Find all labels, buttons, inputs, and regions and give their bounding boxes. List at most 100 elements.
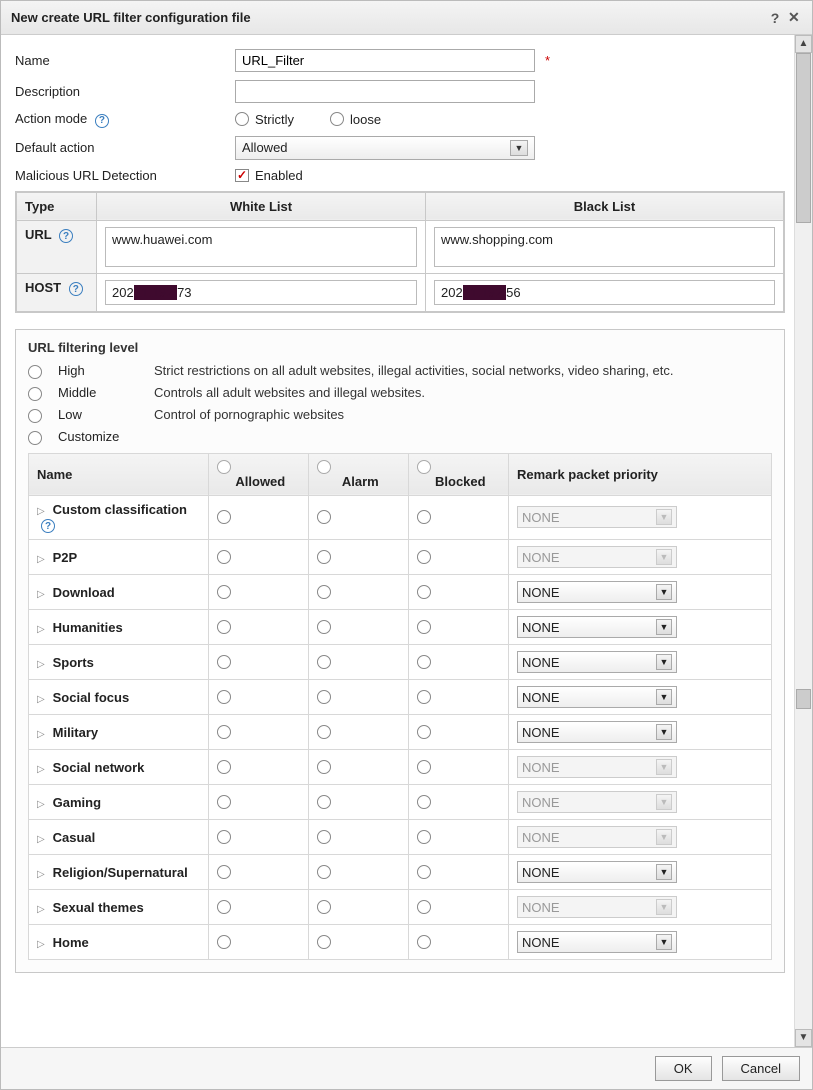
- help-icon-host[interactable]: ?: [69, 282, 83, 296]
- tree-expand-icon[interactable]: ▷: [37, 659, 49, 670]
- radio-blocked[interactable]: [417, 690, 431, 704]
- radio-alarm[interactable]: [317, 865, 331, 879]
- radio-blocked[interactable]: [417, 550, 431, 564]
- radio-allowed[interactable]: [217, 510, 231, 524]
- radio-blocked[interactable]: [417, 900, 431, 914]
- url-whitelist-input[interactable]: www.huawei.com: [105, 227, 417, 267]
- radio-strictly[interactable]: Strictly: [235, 112, 294, 127]
- radio-allowed[interactable]: [217, 795, 231, 809]
- category-name-cell[interactable]: ▷ Custom classification?: [29, 495, 209, 540]
- category-name-cell[interactable]: ▷ P2P: [29, 540, 209, 575]
- radio-blocked[interactable]: [417, 865, 431, 879]
- tree-expand-icon[interactable]: ▷: [37, 834, 49, 845]
- priority-select[interactable]: NONE▼: [517, 581, 677, 603]
- radio-blocked[interactable]: [417, 510, 431, 524]
- tree-expand-icon[interactable]: ▷: [37, 624, 49, 635]
- radio-allowed[interactable]: [217, 900, 231, 914]
- category-name-cell[interactable]: ▷ Social network: [29, 750, 209, 785]
- ok-button[interactable]: OK: [655, 1056, 712, 1081]
- filter-level-middle[interactable]: MiddleControls all adult websites and il…: [28, 385, 772, 401]
- radio-alarm[interactable]: [317, 690, 331, 704]
- url-blacklist-input[interactable]: www.shopping.com: [434, 227, 775, 267]
- priority-select[interactable]: NONE▼: [517, 721, 677, 743]
- radio-alarm[interactable]: [317, 900, 331, 914]
- radio-allowed[interactable]: [217, 620, 231, 634]
- name-input[interactable]: [235, 49, 535, 72]
- radio-allowed[interactable]: [217, 935, 231, 949]
- filter-level-high[interactable]: HighStrict restrictions on all adult web…: [28, 363, 772, 379]
- tree-expand-icon[interactable]: ▷: [37, 589, 49, 600]
- radio-blocked[interactable]: [417, 795, 431, 809]
- radio-allowed[interactable]: [217, 550, 231, 564]
- scroll-up-icon[interactable]: ▲: [795, 35, 812, 53]
- help-icon-category[interactable]: ?: [41, 519, 55, 533]
- radio-alarm[interactable]: [317, 550, 331, 564]
- scroll-track[interactable]: [795, 53, 812, 1029]
- tree-expand-icon[interactable]: ▷: [37, 506, 49, 517]
- filter-level-custom[interactable]: Customize: [28, 429, 772, 445]
- host-whitelist-input[interactable]: 20221.192.73: [105, 280, 417, 305]
- help-icon[interactable]: ?: [766, 10, 784, 26]
- radio-alarm[interactable]: [317, 725, 331, 739]
- radio-alarm[interactable]: [317, 760, 331, 774]
- radio-alarm[interactable]: [317, 585, 331, 599]
- radio-alarm[interactable]: [317, 935, 331, 949]
- radio-allowed[interactable]: [217, 865, 231, 879]
- category-name-cell[interactable]: ▷ Sports: [29, 645, 209, 680]
- category-name-cell[interactable]: ▷ Download: [29, 575, 209, 610]
- radio-alarm[interactable]: [317, 795, 331, 809]
- radio-allowed[interactable]: [217, 585, 231, 599]
- radio-allowed[interactable]: [217, 830, 231, 844]
- scroll-thumb[interactable]: [796, 689, 811, 709]
- radio-alarm[interactable]: [317, 655, 331, 669]
- filter-level-low[interactable]: LowControl of pornographic websites: [28, 407, 772, 423]
- host-blacklist-input[interactable]: 20221.192.56: [434, 280, 775, 305]
- tree-expand-icon[interactable]: ▷: [37, 729, 49, 740]
- radio-blocked[interactable]: [417, 935, 431, 949]
- priority-select[interactable]: NONE▼: [517, 616, 677, 638]
- radio-allowed[interactable]: [217, 760, 231, 774]
- category-name-cell[interactable]: ▷ Home: [29, 925, 209, 960]
- radio-alarm[interactable]: [317, 510, 331, 524]
- help-icon-url[interactable]: ?: [59, 229, 73, 243]
- tree-expand-icon[interactable]: ▷: [37, 694, 49, 705]
- category-name-cell[interactable]: ▷ Military: [29, 715, 209, 750]
- col-header-alarm[interactable]: Alarm: [309, 453, 409, 495]
- category-name-cell[interactable]: ▷ Religion/Supernatural: [29, 855, 209, 890]
- checkbox-enabled[interactable]: Enabled: [235, 168, 303, 183]
- priority-select[interactable]: NONE▼: [517, 931, 677, 953]
- tree-expand-icon[interactable]: ▷: [37, 764, 49, 775]
- priority-select[interactable]: NONE▼: [517, 861, 677, 883]
- radio-blocked[interactable]: [417, 830, 431, 844]
- radio-allowed[interactable]: [217, 655, 231, 669]
- vertical-scrollbar[interactable]: ▲ ▼: [794, 35, 812, 1047]
- radio-blocked[interactable]: [417, 620, 431, 634]
- tree-expand-icon[interactable]: ▷: [37, 554, 49, 565]
- radio-blocked[interactable]: [417, 725, 431, 739]
- radio-alarm[interactable]: [317, 830, 331, 844]
- tree-expand-icon[interactable]: ▷: [37, 799, 49, 810]
- close-icon[interactable]: ✕: [784, 9, 802, 26]
- priority-select[interactable]: NONE▼: [517, 686, 677, 708]
- radio-blocked[interactable]: [417, 585, 431, 599]
- category-name-cell[interactable]: ▷ Casual: [29, 820, 209, 855]
- category-name-cell[interactable]: ▷ Humanities: [29, 610, 209, 645]
- category-name-cell[interactable]: ▷ Sexual themes: [29, 890, 209, 925]
- scroll-thumb[interactable]: [796, 53, 811, 223]
- radio-blocked[interactable]: [417, 760, 431, 774]
- col-header-allowed[interactable]: Allowed: [209, 453, 309, 495]
- radio-allowed[interactable]: [217, 725, 231, 739]
- default-action-select[interactable]: Allowed ▼: [235, 136, 535, 160]
- cancel-button[interactable]: Cancel: [722, 1056, 800, 1081]
- radio-allowed[interactable]: [217, 690, 231, 704]
- radio-loose[interactable]: loose: [330, 112, 381, 127]
- priority-select[interactable]: NONE▼: [517, 651, 677, 673]
- col-header-blocked[interactable]: Blocked: [409, 453, 509, 495]
- category-name-cell[interactable]: ▷ Social focus: [29, 680, 209, 715]
- radio-blocked[interactable]: [417, 655, 431, 669]
- description-input[interactable]: [235, 80, 535, 103]
- scroll-down-icon[interactable]: ▼: [795, 1029, 812, 1047]
- radio-alarm[interactable]: [317, 620, 331, 634]
- tree-expand-icon[interactable]: ▷: [37, 869, 49, 880]
- help-icon-action-mode[interactable]: ?: [95, 114, 109, 128]
